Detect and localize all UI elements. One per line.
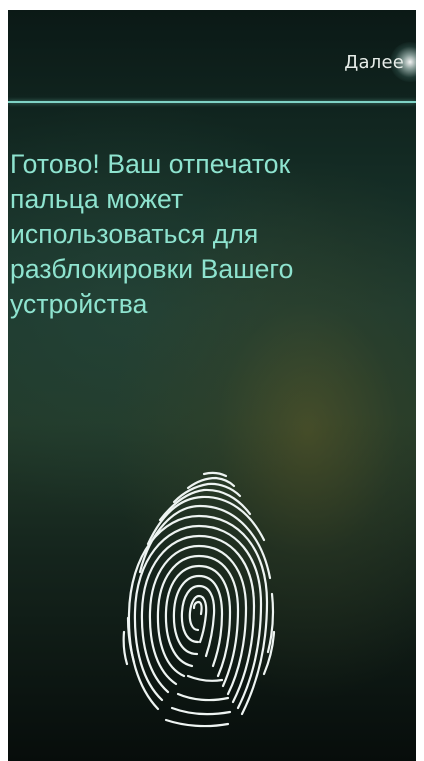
top-bar: Далее [8,10,416,102]
next-button[interactable]: Далее [344,52,404,73]
success-message: Готово! Ваш отпечаток пальца может испол… [10,149,294,319]
fingerprint-setup-screen: Далее Готово! Ваш отпечаток пальца может… [8,10,416,761]
fingerprint-icon [122,471,276,728]
header-divider [8,101,416,103]
